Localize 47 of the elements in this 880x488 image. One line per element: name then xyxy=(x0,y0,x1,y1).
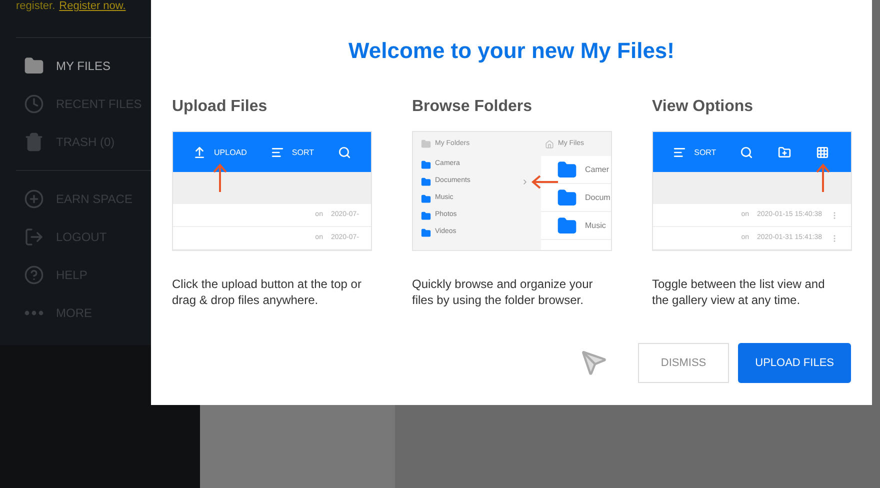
card-description: Quickly browse and organize your files by using the folder browser. xyxy=(412,276,594,308)
grid-icon xyxy=(816,146,830,159)
folder-plus-icon xyxy=(778,146,791,159)
more-icon xyxy=(24,310,44,316)
upload-icon xyxy=(193,146,206,159)
register-link[interactable]: Register now. xyxy=(59,0,126,12)
card-description: Toggle between the list view and the gallery view at any time. xyxy=(652,276,826,308)
card-title: View Options xyxy=(652,97,754,117)
logout-icon xyxy=(24,227,44,247)
arrow-left-drawing xyxy=(531,175,559,189)
toolbar-label: SORT xyxy=(292,146,314,158)
help-icon xyxy=(24,265,44,285)
search-icon xyxy=(740,146,754,159)
chevron-icon xyxy=(521,178,529,186)
arrow-up-drawing xyxy=(814,163,831,193)
folder-icon xyxy=(24,56,44,76)
register-prompt: register. xyxy=(16,0,56,12)
card-description: Click the upload button at the top or drag & drop files anywhere. xyxy=(172,276,362,308)
trash-icon xyxy=(24,132,44,152)
folder-icon xyxy=(421,160,431,170)
card-title: Browse Folders xyxy=(412,97,534,117)
clock-icon xyxy=(24,94,44,114)
file-name: Music xyxy=(585,220,606,232)
toolbar-label: SORT xyxy=(694,146,716,158)
toolbar-label: UPLOAD xyxy=(214,146,247,158)
folder-icon xyxy=(421,210,431,220)
folder-icon xyxy=(421,176,431,186)
dialog-title: Welcome to your new My Files! xyxy=(348,37,676,65)
send-icon xyxy=(580,350,607,376)
folder-icon xyxy=(421,139,431,149)
file-name: Camer xyxy=(585,164,610,176)
home-icon xyxy=(545,140,554,148)
sort-icon xyxy=(270,146,284,159)
arrow-up-drawing xyxy=(212,163,228,193)
plus-circle-icon xyxy=(24,189,44,209)
upload-files-button[interactable]: UPLOAD FILES xyxy=(738,343,851,383)
search-icon xyxy=(338,146,351,159)
folder-icon xyxy=(421,228,431,238)
file-name: Docum xyxy=(585,192,610,204)
folder-icon xyxy=(557,188,577,208)
card-title: Upload Files xyxy=(172,97,268,117)
folder-icon xyxy=(557,216,577,236)
folder-icon xyxy=(421,194,431,204)
dismiss-button[interactable]: DISMISS xyxy=(638,343,730,383)
sidebar-item[interactable]: MY FILES xyxy=(16,47,184,85)
sort-icon xyxy=(673,146,686,159)
folder-icon xyxy=(557,160,577,180)
